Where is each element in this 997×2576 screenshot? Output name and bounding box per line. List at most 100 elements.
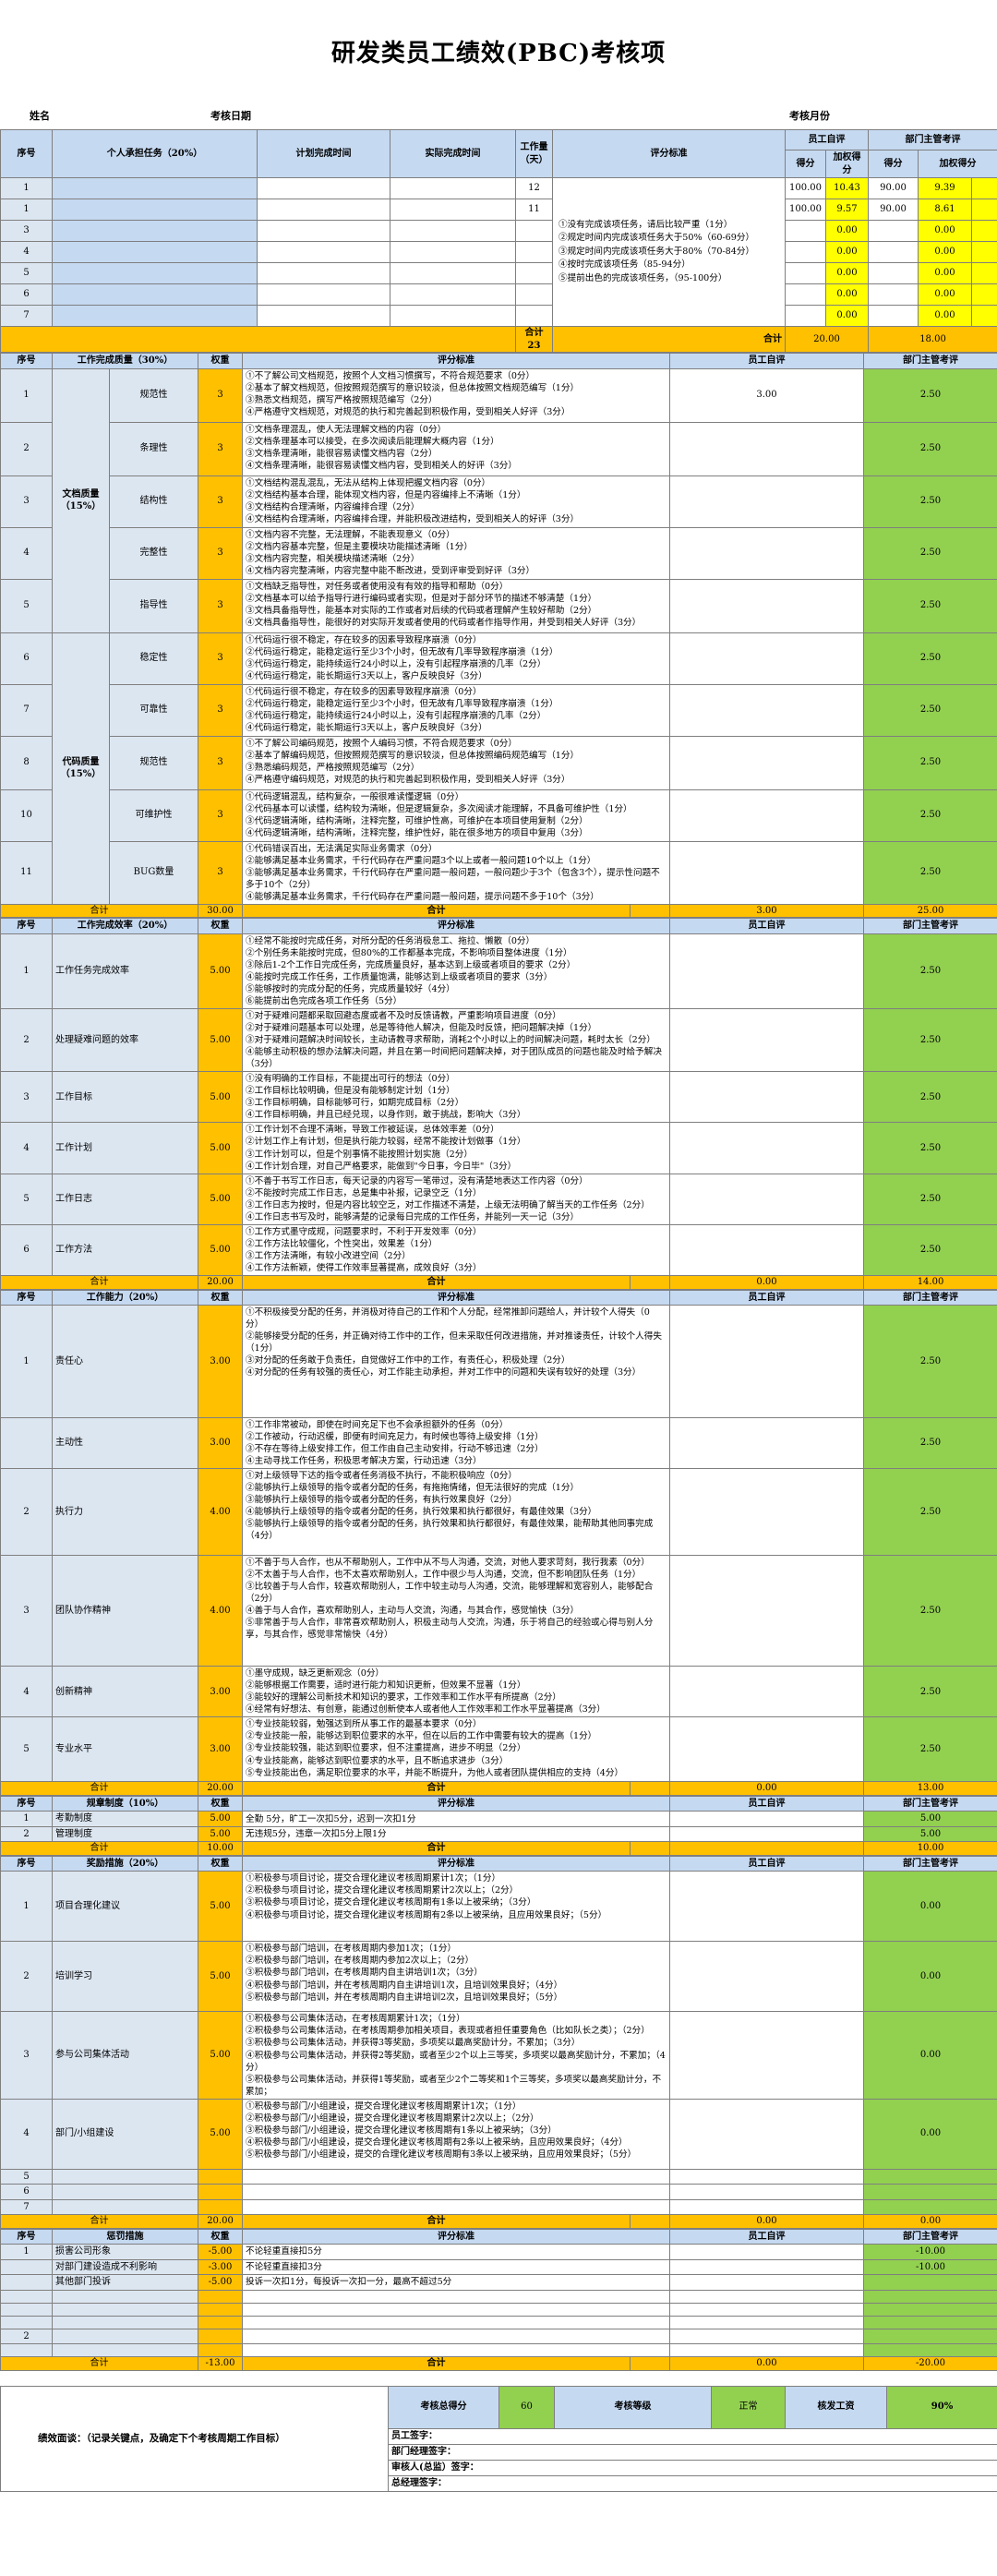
mgr-eval[interactable] (863, 2184, 997, 2200)
task-actual[interactable] (390, 262, 516, 284)
self-eval[interactable] (669, 2011, 865, 2100)
self-eval[interactable] (669, 421, 865, 476)
self-eval[interactable] (669, 1941, 865, 2013)
self-eval[interactable] (669, 526, 865, 580)
self-eval[interactable] (669, 578, 865, 633)
mgr-eval[interactable]: 2.50 (863, 632, 997, 685)
self-eval[interactable] (669, 2184, 865, 2200)
mgr-eval[interactable] (863, 2302, 997, 2317)
mgr-eval[interactable] (863, 2274, 997, 2291)
self-eval[interactable] (669, 2244, 864, 2260)
self-eval[interactable] (669, 2328, 864, 2345)
self-eval[interactable] (669, 2289, 864, 2304)
task-actual[interactable] (390, 199, 516, 221)
task-plan[interactable] (257, 305, 390, 327)
self-eval[interactable] (669, 2198, 865, 2216)
sig-dept-manager[interactable]: 部门经理签字： (388, 2443, 997, 2461)
mgr-eval[interactable]: 2.50 (863, 683, 997, 737)
mgr-eval[interactable]: 2.50 (863, 367, 997, 423)
self-eval[interactable] (669, 2315, 864, 2329)
mgr-eval[interactable]: 2.50 (863, 735, 997, 790)
self-eval[interactable] (669, 2274, 864, 2291)
self-eval[interactable] (669, 1666, 865, 1718)
mgr-eval[interactable]: 2.50 (863, 1008, 997, 1073)
self-eval[interactable] (669, 1716, 865, 1783)
task-name[interactable] (52, 305, 258, 327)
sig-gm[interactable]: 总经理签字： (388, 2474, 997, 2492)
task-plan[interactable] (257, 262, 390, 284)
self-eval[interactable] (669, 1555, 865, 1667)
self-eval[interactable] (669, 840, 865, 905)
mgr-eval[interactable]: 5.00 (863, 1811, 997, 1827)
task-plan[interactable] (257, 199, 390, 221)
mgr-eval[interactable] (863, 2343, 997, 2358)
self-eval[interactable] (669, 1071, 865, 1124)
mgr-eval[interactable]: 0.00 (863, 1871, 997, 1943)
self-eval[interactable] (669, 1825, 865, 1843)
mgr-eval[interactable]: 2.50 (863, 578, 997, 633)
mgr-eval[interactable]: -10.00 (863, 2258, 997, 2276)
mgr-eval[interactable]: 5.00 (863, 1825, 997, 1843)
task-name[interactable] (52, 262, 258, 284)
task-plan[interactable] (257, 220, 390, 242)
task-name[interactable] (52, 220, 258, 242)
self-eval[interactable] (669, 2098, 865, 2170)
self-eval[interactable] (669, 788, 865, 842)
self-eval[interactable] (669, 1305, 865, 1418)
self-eval[interactable] (669, 632, 865, 685)
self-eval[interactable] (669, 735, 865, 790)
mgr-eval[interactable]: 2.50 (863, 1223, 997, 1277)
mgr-eval[interactable]: 2.50 (863, 1173, 997, 1225)
self-eval[interactable] (669, 933, 865, 1010)
task-name[interactable] (52, 199, 258, 221)
self-eval[interactable] (669, 475, 865, 528)
self-eval[interactable] (669, 1468, 865, 1557)
task-actual[interactable] (390, 283, 516, 306)
task-actual[interactable] (390, 241, 516, 263)
self-eval[interactable] (669, 2168, 865, 2185)
self-eval[interactable] (669, 1811, 865, 1827)
self-eval[interactable] (669, 1871, 865, 1943)
mgr-eval[interactable]: 0.00 (863, 1941, 997, 2013)
mgr-eval[interactable] (863, 2328, 997, 2345)
self-eval[interactable] (669, 2302, 864, 2317)
task-name[interactable] (52, 241, 258, 263)
task-name[interactable] (52, 283, 258, 306)
mgr-eval[interactable]: 2.50 (863, 1555, 997, 1667)
mgr-eval[interactable]: 0.00 (863, 2098, 997, 2170)
mgr-eval[interactable]: 2.50 (863, 1071, 997, 1124)
mgr-eval[interactable] (863, 2315, 997, 2329)
self-eval[interactable] (669, 2343, 864, 2358)
task-actual[interactable] (390, 305, 516, 327)
self-eval[interactable] (669, 1173, 865, 1225)
sig-employee[interactable]: 员工签字： (388, 2427, 997, 2445)
mgr-eval[interactable]: 2.50 (863, 1305, 997, 1418)
mgr-eval[interactable]: 2.50 (863, 788, 997, 842)
task-actual[interactable] (390, 220, 516, 242)
self-eval[interactable] (669, 2258, 864, 2276)
mgr-eval[interactable] (863, 2168, 997, 2185)
mgr-eval[interactable]: 2.50 (863, 933, 997, 1010)
self-eval[interactable] (669, 1008, 865, 1073)
self-eval[interactable] (669, 1416, 865, 1470)
mgr-eval[interactable]: 2.50 (863, 1416, 997, 1470)
mgr-eval[interactable]: -10.00 (863, 2244, 997, 2260)
self-eval[interactable]: 3.00 (669, 367, 865, 423)
mgr-eval[interactable]: 2.50 (863, 1666, 997, 1718)
mgr-eval[interactable]: 2.50 (863, 526, 997, 580)
self-eval[interactable] (669, 1223, 865, 1277)
task-plan[interactable] (257, 241, 390, 263)
mgr-eval[interactable] (863, 2198, 997, 2216)
self-eval[interactable] (669, 683, 865, 737)
task-plan[interactable] (257, 283, 390, 306)
mgr-eval[interactable]: 0.00 (863, 2011, 997, 2100)
mgr-eval[interactable]: 2.50 (863, 840, 997, 905)
task-name[interactable] (52, 177, 258, 199)
mgr-eval[interactable]: 2.50 (863, 1716, 997, 1783)
mgr-eval[interactable]: 2.50 (863, 475, 997, 528)
task-plan[interactable] (257, 177, 390, 199)
mgr-eval[interactable]: 2.50 (863, 1122, 997, 1174)
task-actual[interactable] (390, 177, 516, 199)
self-eval[interactable] (669, 1122, 865, 1174)
mgr-eval[interactable]: 2.50 (863, 421, 997, 476)
